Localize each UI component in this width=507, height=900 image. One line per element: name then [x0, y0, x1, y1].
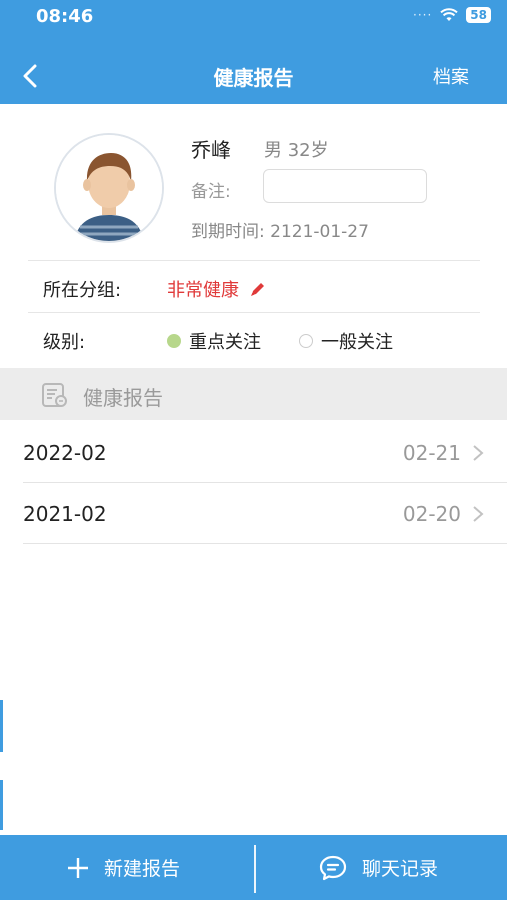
patient-name: 乔峰: [191, 138, 231, 162]
report-month: 2021-02: [23, 502, 107, 526]
radio-label: 重点关注: [189, 332, 261, 353]
report-day: 02-21: [402, 441, 461, 465]
group-name: 非常健康: [167, 280, 239, 301]
group-label: 所在分组:: [43, 280, 122, 301]
divider: [28, 312, 480, 313]
radio-key-focus[interactable]: 重点关注: [167, 328, 261, 354]
divider: [28, 260, 480, 261]
battery-level: 58: [466, 7, 491, 23]
report-month: 2022-02: [23, 441, 107, 465]
radio-unselected-icon: [299, 334, 313, 348]
group-value[interactable]: 非常健康: [167, 276, 267, 302]
edge-strip: [0, 780, 3, 830]
chat-history-button[interactable]: 聊天记录: [318, 835, 438, 900]
chevron-right-icon: [473, 506, 484, 522]
section-title: 健康报告: [83, 386, 163, 410]
status-time: 08:46: [36, 6, 94, 27]
level-label: 级别:: [43, 332, 86, 353]
report-row[interactable]: 2022-02 02-21: [0, 422, 507, 483]
status-indicators: ···· 58: [413, 7, 491, 23]
chat-bubble-icon: [319, 855, 347, 880]
new-report-label: 新建报告: [104, 858, 181, 880]
avatar: [54, 133, 164, 243]
report-icon: [42, 383, 67, 407]
archive-button[interactable]: 档案: [433, 63, 469, 89]
page-title: 健康报告: [213, 66, 294, 90]
person-avatar-icon: [56, 135, 162, 241]
signal-icon: ····: [413, 8, 433, 22]
chat-history-label: 聊天记录: [362, 858, 439, 880]
chevron-right-icon: [473, 445, 484, 461]
expire-date: 到期时间: 2121-01-27: [191, 222, 369, 242]
report-row[interactable]: 2021-02 02-20: [0, 483, 507, 544]
pencil-icon[interactable]: [249, 280, 267, 298]
edge-strip: [0, 700, 3, 752]
row-divider: [23, 543, 507, 544]
section-header: 健康报告: [0, 368, 507, 420]
gender-age: 男 32岁: [264, 140, 329, 161]
remark-input[interactable]: [263, 169, 427, 203]
profile-card: 乔峰 男 32岁 备注: 到期时间: 2121-01-27: [0, 104, 507, 260]
report-day: 02-20: [402, 502, 461, 526]
wifi-icon: [440, 8, 458, 21]
plus-icon: [68, 857, 88, 878]
bottom-action-bar: 新建报告 聊天记录: [0, 835, 507, 900]
remark-label: 备注:: [191, 182, 231, 202]
radio-general-focus[interactable]: 一般关注: [299, 328, 393, 354]
radio-label: 一般关注: [321, 332, 393, 353]
new-report-button[interactable]: 新建报告: [66, 835, 180, 900]
radio-selected-icon: [167, 334, 181, 348]
divider: [254, 845, 256, 893]
header: 08:46 ···· 58 健康报告 档案: [0, 0, 507, 104]
